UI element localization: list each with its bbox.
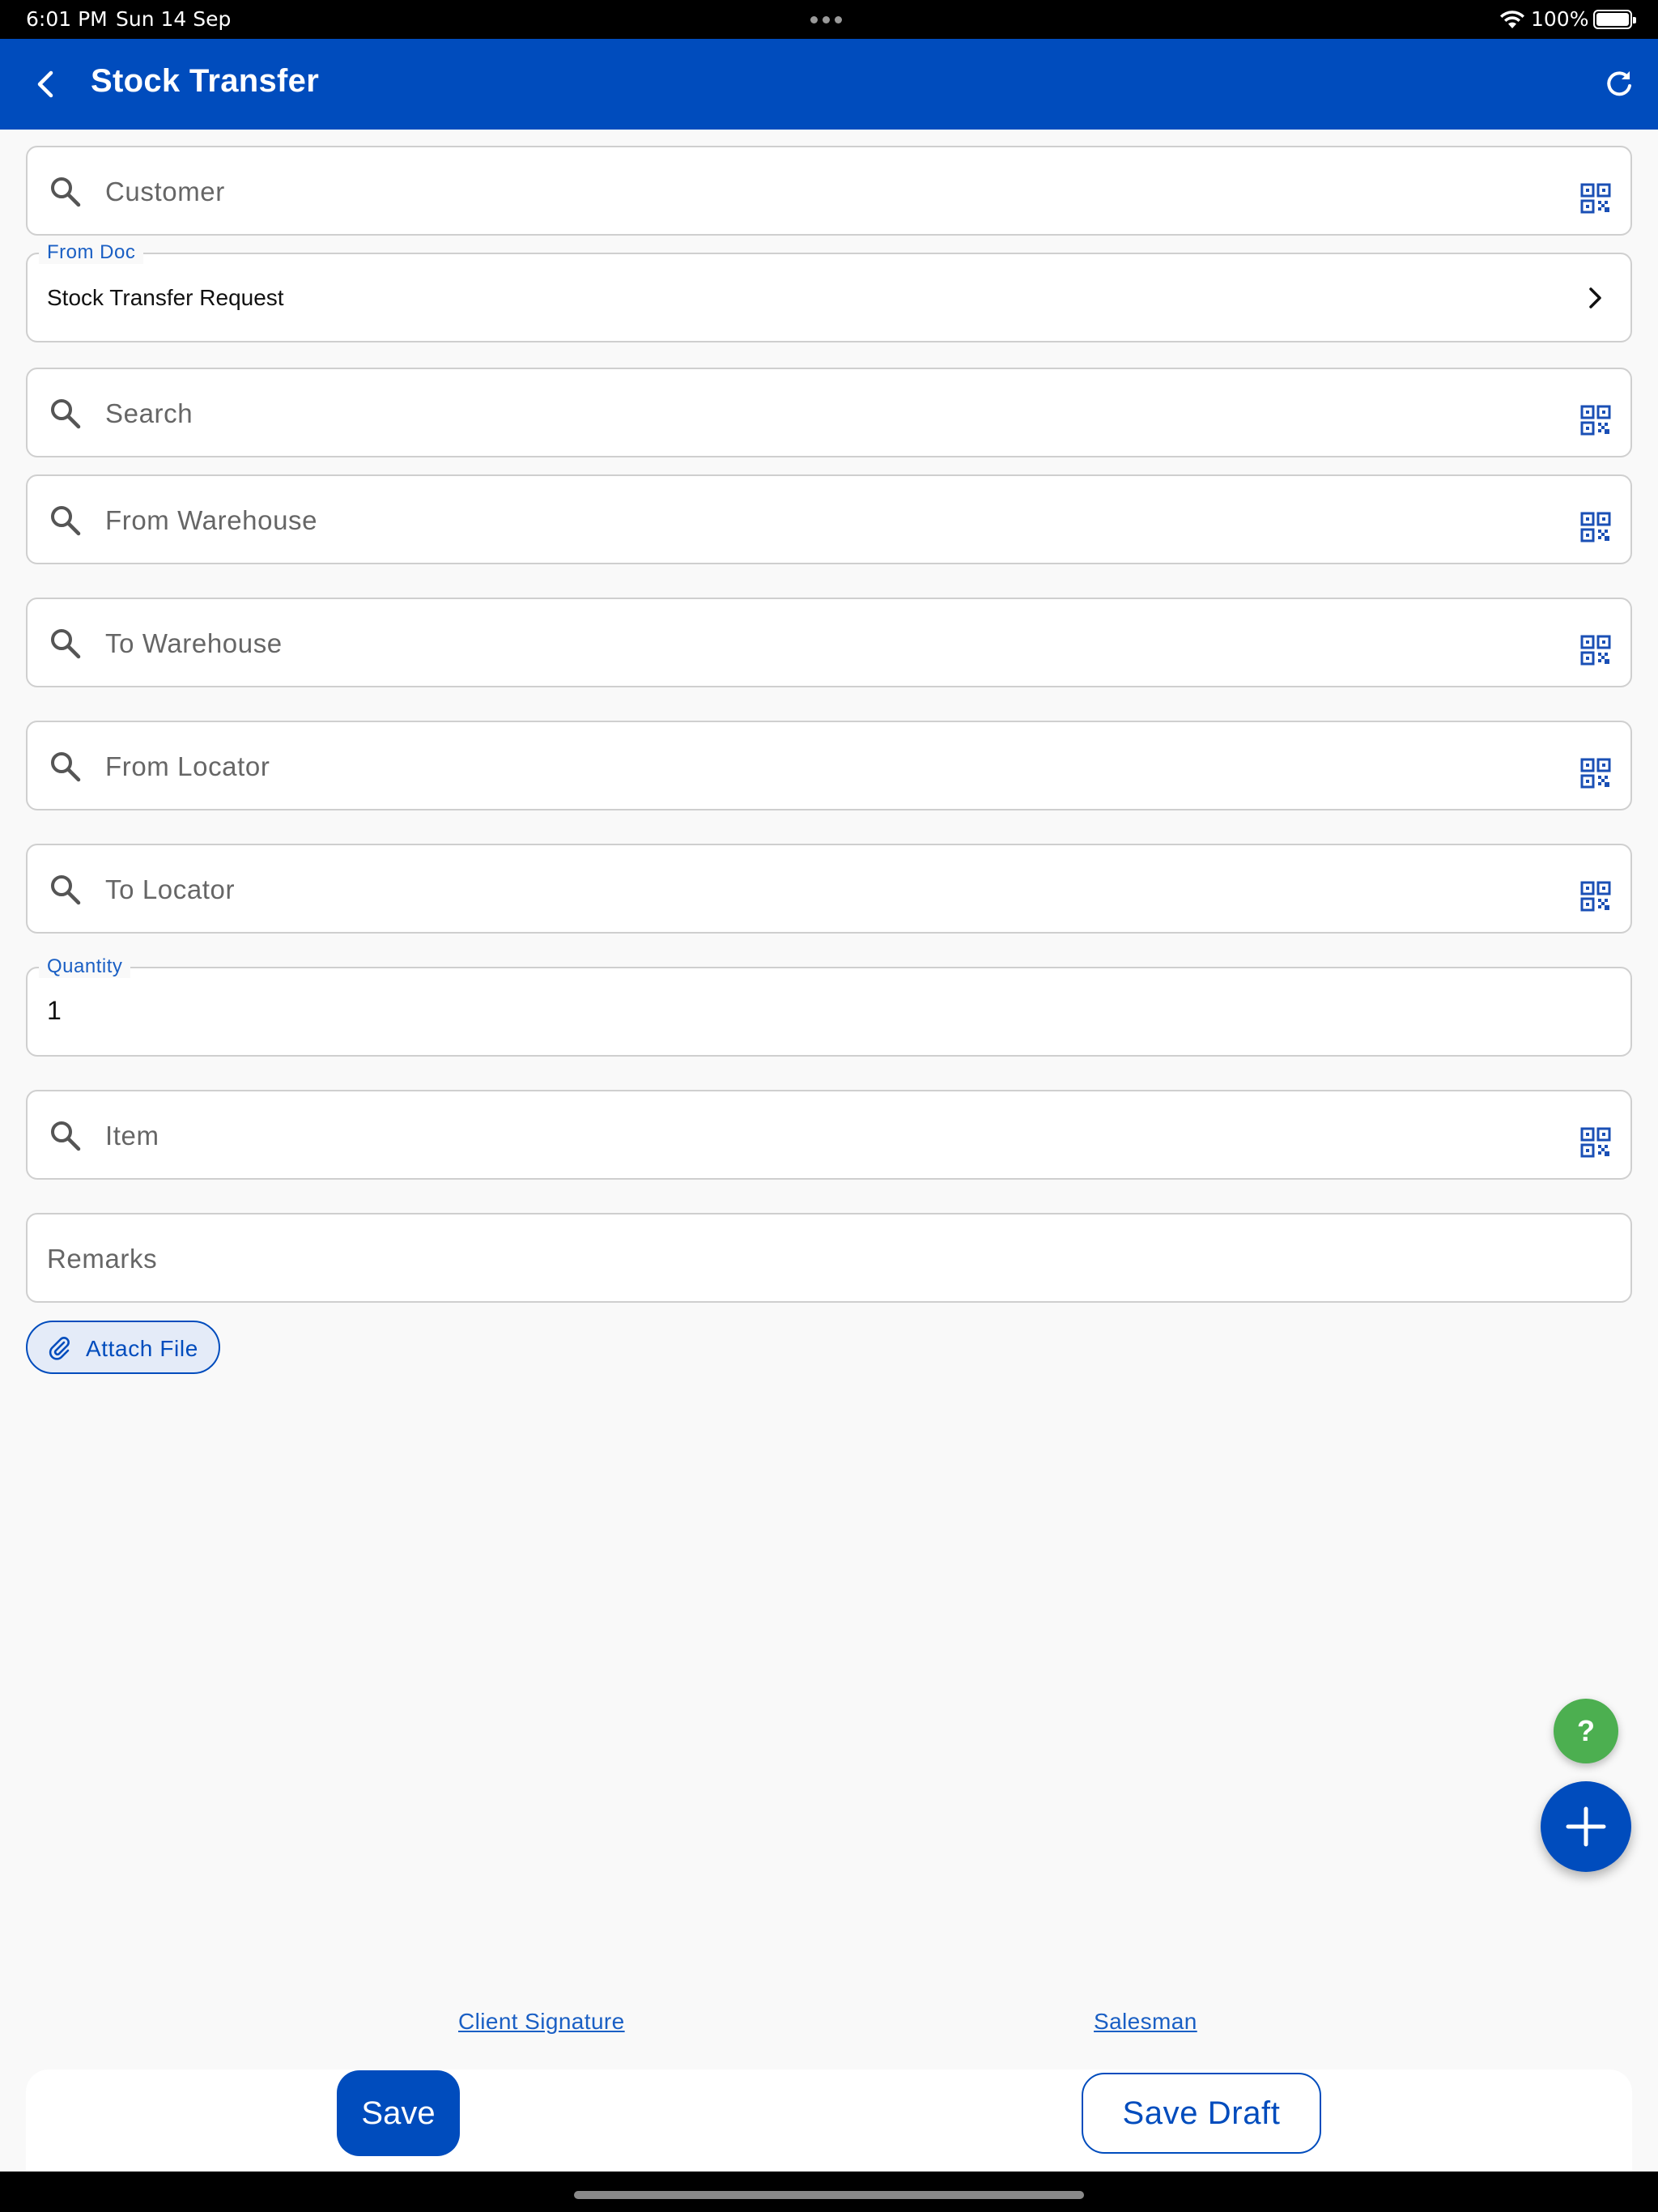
search-icon <box>51 399 81 429</box>
home-indicator[interactable] <box>574 2191 1084 2199</box>
from-doc-field[interactable]: From Doc Stock Transfer Request <box>26 241 1632 342</box>
paperclip-icon <box>49 1337 70 1360</box>
app-bar: Stock Transfer <box>0 39 1658 130</box>
qr-code-icon[interactable] <box>1580 405 1611 436</box>
battery-icon <box>1593 10 1636 29</box>
search-field[interactable]: Search <box>26 368 1632 457</box>
remarks-field[interactable]: Remarks <box>26 1213 1632 1303</box>
from-warehouse-field[interactable]: From Warehouse <box>26 474 1632 564</box>
search-icon <box>51 506 81 536</box>
item-placeholder: Item <box>105 1121 159 1151</box>
qr-code-icon[interactable] <box>1580 881 1611 912</box>
to-locator-field[interactable]: To Locator <box>26 844 1632 934</box>
qr-code-icon[interactable] <box>1580 1127 1611 1158</box>
search-icon <box>51 1121 81 1151</box>
search-icon <box>51 875 81 905</box>
qr-code-icon[interactable] <box>1580 183 1611 214</box>
from-locator-field[interactable]: From Locator <box>26 721 1632 810</box>
attach-file-label: Attach File <box>86 1336 198 1361</box>
item-field[interactable]: Item <box>26 1090 1632 1180</box>
qr-code-icon[interactable] <box>1580 758 1611 789</box>
customer-field[interactable]: Customer <box>26 146 1632 236</box>
salesman-signature-link[interactable]: Salesman <box>1094 2009 1197 2035</box>
battery-percent: 100% <box>1531 7 1589 31</box>
status-date: Sun 14 Sep <box>116 7 232 31</box>
from-doc-label: From Doc <box>39 241 144 264</box>
qr-code-icon[interactable] <box>1580 635 1611 666</box>
from-warehouse-placeholder: From Warehouse <box>105 505 318 535</box>
page-title: Stock Transfer <box>91 63 320 99</box>
from-locator-placeholder: From Locator <box>105 751 270 781</box>
back-arrow-icon[interactable] <box>29 66 65 102</box>
to-locator-placeholder: To Locator <box>105 874 236 904</box>
qr-code-icon[interactable] <box>1580 512 1611 542</box>
to-warehouse-placeholder: To Warehouse <box>105 628 283 658</box>
quantity-value: 1 <box>47 996 62 1025</box>
wifi-icon <box>1500 11 1524 28</box>
multitasking-dots-icon[interactable] <box>810 16 842 23</box>
refresh-icon[interactable] <box>1601 66 1637 102</box>
search-icon <box>51 752 81 782</box>
quantity-label: Quantity <box>39 955 131 978</box>
plus-icon <box>1566 1806 1606 1847</box>
status-time: 6:01 PM <box>26 7 108 31</box>
search-icon <box>51 177 81 207</box>
from-doc-value: Stock Transfer Request <box>47 285 284 310</box>
to-warehouse-field[interactable]: To Warehouse <box>26 598 1632 687</box>
customer-placeholder: Customer <box>105 177 225 206</box>
status-bar: 6:01 PM Sun 14 Sep 100% <box>0 0 1658 39</box>
save-draft-button[interactable]: Save Draft <box>1082 2073 1321 2154</box>
save-button[interactable]: Save <box>337 2070 460 2156</box>
remarks-placeholder: Remarks <box>47 1244 158 1274</box>
search-icon <box>51 629 81 659</box>
chevron-right-icon <box>1589 287 1601 308</box>
attach-file-button[interactable]: Attach File <box>26 1321 220 1374</box>
search-placeholder: Search <box>105 398 193 428</box>
add-button[interactable] <box>1541 1781 1631 1872</box>
help-button[interactable]: ? <box>1554 1699 1618 1763</box>
quantity-field[interactable]: Quantity 1 <box>26 955 1632 1057</box>
client-signature-link[interactable]: Client Signature <box>458 2009 625 2035</box>
